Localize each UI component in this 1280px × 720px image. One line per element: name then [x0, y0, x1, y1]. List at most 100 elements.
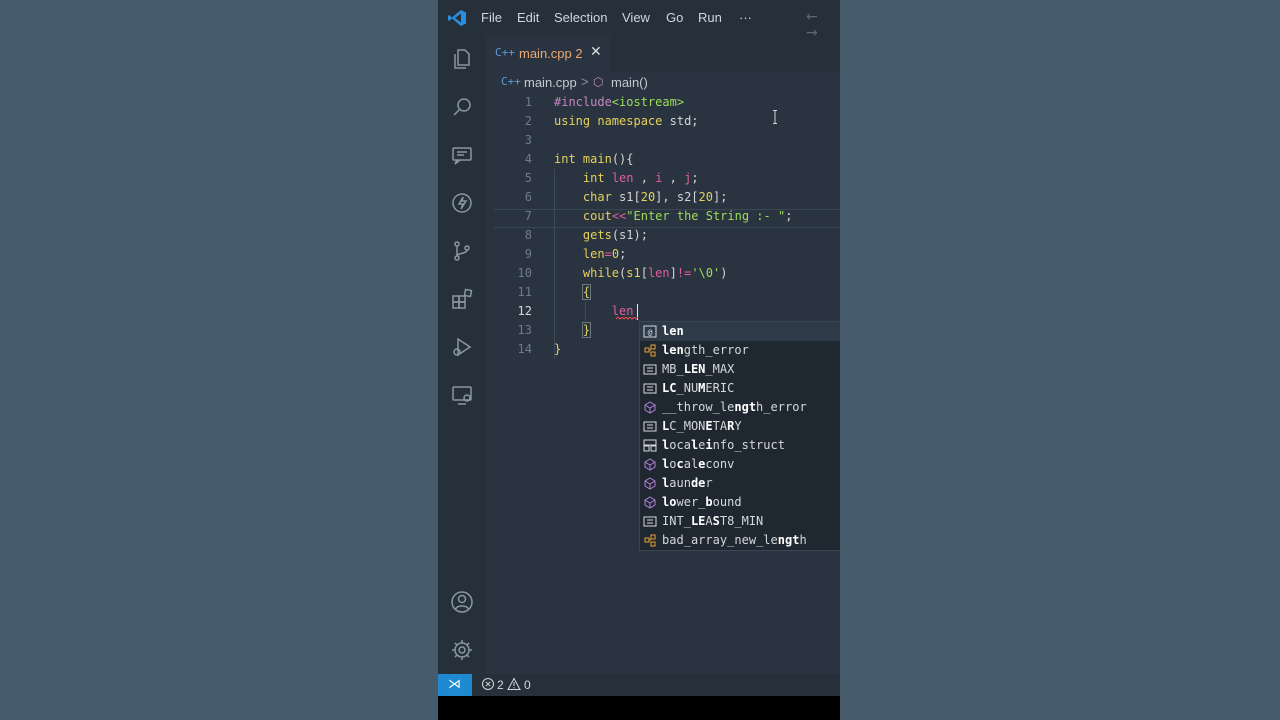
mouse-ibeam-cursor — [773, 110, 777, 124]
suggestion-item[interactable]: lower_bound — [640, 493, 840, 512]
run-debug-icon[interactable] — [450, 335, 474, 359]
warning-icon[interactable] — [507, 677, 521, 691]
code-line: 7 cout<<"Enter the String :- "; — [486, 207, 840, 226]
error-icon[interactable] — [481, 677, 495, 691]
line-number: 8 — [524, 228, 532, 242]
explorer-icon[interactable] — [450, 47, 474, 71]
suggestion-item[interactable]: INT_LEAST8_MIN — [640, 512, 840, 531]
menu-selection[interactable]: Selection — [554, 10, 607, 25]
class-icon — [644, 344, 656, 357]
suggestion-item[interactable]: launder — [640, 474, 840, 493]
cpp-file-icon: C++ — [495, 46, 515, 59]
source-control-icon[interactable] — [450, 239, 474, 263]
chat-icon[interactable] — [450, 143, 474, 167]
line-text: gets(s1); — [582, 228, 648, 242]
suggestion-item[interactable]: LC_NUMERIC — [640, 379, 840, 398]
extensions-icon[interactable] — [450, 287, 474, 311]
code-line: 8 gets(s1); — [486, 226, 840, 245]
suggestion-label: len — [662, 324, 684, 338]
menu-view[interactable]: View — [622, 10, 650, 25]
autocomplete-suggestions: @ len length_error MB_LEN_MAX LC_NUMERIC… — [639, 321, 840, 551]
line-text: using namespace std; — [554, 114, 699, 128]
remote-indicator[interactable]: ⋊ — [438, 674, 472, 696]
code-line: 1 #include<iostream> — [486, 93, 840, 112]
suggestion-label: MB_LEN_MAX — [662, 362, 735, 376]
menu-more[interactable]: ··· — [739, 10, 752, 25]
code-line-active: 12 len — [486, 302, 840, 321]
function-icon — [644, 401, 656, 414]
line-text: len=0; — [582, 247, 627, 261]
suggestion-item[interactable]: localeconv — [640, 455, 840, 474]
line-number: 1 — [524, 95, 532, 109]
line-number: 10 — [517, 266, 532, 280]
suggestion-item[interactable]: LC_MONETARY — [640, 417, 840, 436]
error-squiggle — [616, 317, 638, 320]
tab-bar: C++ main.cpp 2 ✕ — [486, 36, 840, 72]
breadcrumb: C++ main.cpp > ⬡ main() — [486, 72, 840, 92]
vscode-logo-icon — [448, 10, 466, 26]
suggestion-item[interactable]: bad_array_new_length — [640, 531, 840, 550]
suggestion-label: localeinfo_struct — [662, 438, 785, 452]
constant-icon — [643, 421, 657, 432]
svg-text:@: @ — [648, 328, 653, 337]
cpp-file-icon: C++ — [501, 75, 521, 88]
line-text: while(s1[len]!='\0') — [582, 266, 728, 280]
suggestion-item[interactable]: MB_LEN_MAX — [640, 360, 840, 379]
suggestion-label: lower_bound — [662, 495, 742, 509]
line-number: 4 — [524, 152, 532, 166]
close-icon[interactable]: ✕ — [590, 44, 602, 60]
tab-main-cpp[interactable]: C++ main.cpp 2 ✕ — [486, 36, 610, 72]
suggestion-label: localeconv — [662, 457, 735, 471]
suggestion-label: INT_LEAST8_MIN — [662, 514, 764, 528]
class-icon — [644, 534, 656, 547]
breadcrumb-function[interactable]: main() — [611, 75, 648, 90]
error-count[interactable]: 2 — [497, 678, 504, 692]
menu-edit[interactable]: Edit — [517, 10, 539, 25]
video-letterbox — [438, 696, 840, 720]
line-text: } — [581, 322, 592, 338]
account-icon[interactable] — [450, 590, 474, 614]
menu-run[interactable]: Run — [698, 10, 722, 25]
remote-explorer-icon[interactable] — [450, 383, 474, 407]
code-line: 9 len=0; — [486, 245, 840, 264]
line-text: char s1[20], s2[20]; — [582, 190, 728, 204]
symbol-method-icon: ⬡ — [593, 75, 604, 89]
gear-icon[interactable] — [450, 638, 474, 662]
code-line: 3 — [486, 131, 840, 150]
suggestion-label: LC_MONETARY — [662, 419, 742, 433]
suggestion-item[interactable]: length_error — [640, 341, 840, 360]
function-icon — [644, 477, 656, 490]
constant-icon — [643, 516, 657, 527]
code-line: 2 using namespace std; — [486, 112, 840, 131]
lightning-icon[interactable] — [450, 191, 474, 215]
suggestion-label: LC_NUMERIC — [662, 381, 735, 395]
menu-go[interactable]: Go — [666, 10, 683, 25]
line-text: int len , i , j; — [582, 171, 699, 185]
line-number: 9 — [524, 247, 532, 261]
line-number: 12 — [517, 304, 532, 318]
constant-icon — [643, 364, 657, 375]
suggestion-label: __throw_length_error — [662, 400, 807, 414]
menu-file[interactable]: File — [481, 10, 502, 25]
suggestion-item[interactable]: @ len — [640, 322, 840, 341]
code-line: 6 char s1[20], s2[20]; — [486, 188, 840, 207]
struct-icon — [643, 439, 657, 452]
activity-bar — [438, 36, 486, 674]
line-number: 3 — [524, 133, 532, 147]
search-icon[interactable] — [450, 95, 474, 119]
breadcrumb-file[interactable]: main.cpp — [524, 75, 577, 90]
code-line: 10 while(s1[len]!='\0') — [486, 264, 840, 283]
function-icon — [644, 458, 656, 471]
line-number: 11 — [517, 285, 532, 299]
line-number: 2 — [524, 114, 532, 128]
suggestion-label: bad_array_new_length — [662, 533, 807, 547]
breadcrumb-separator: > — [581, 74, 589, 89]
suggestion-item[interactable]: localeinfo_struct — [640, 436, 840, 455]
code-line: 5 int len , i , j; — [486, 169, 840, 188]
constant-icon — [643, 383, 657, 394]
warning-count[interactable]: 0 — [524, 678, 531, 692]
status-bar: ⋊ 2 0 — [438, 674, 840, 696]
variable-icon: @ — [643, 325, 657, 338]
line-text: #include<iostream> — [554, 95, 685, 109]
suggestion-item[interactable]: __throw_length_error — [640, 398, 840, 417]
